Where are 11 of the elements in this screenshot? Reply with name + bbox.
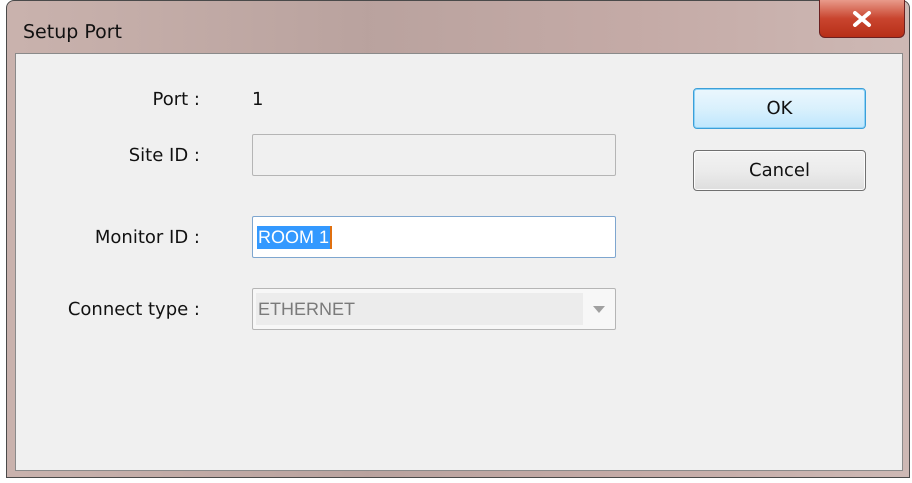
field-label: Port : [152, 88, 200, 110]
close-icon [852, 10, 872, 26]
dropdown-arrow-icon [593, 306, 605, 312]
field-label: Site ID : [128, 144, 200, 166]
field-label: Connect type : [68, 298, 200, 320]
port-value: 1 [252, 88, 264, 110]
ok-button[interactable]: OK [693, 88, 866, 129]
cancel-button[interactable]: Cancel [693, 150, 866, 191]
window-title: Setup Port [23, 21, 122, 43]
close-button[interactable] [819, 0, 905, 38]
field-label: Monitor ID : [94, 226, 200, 248]
